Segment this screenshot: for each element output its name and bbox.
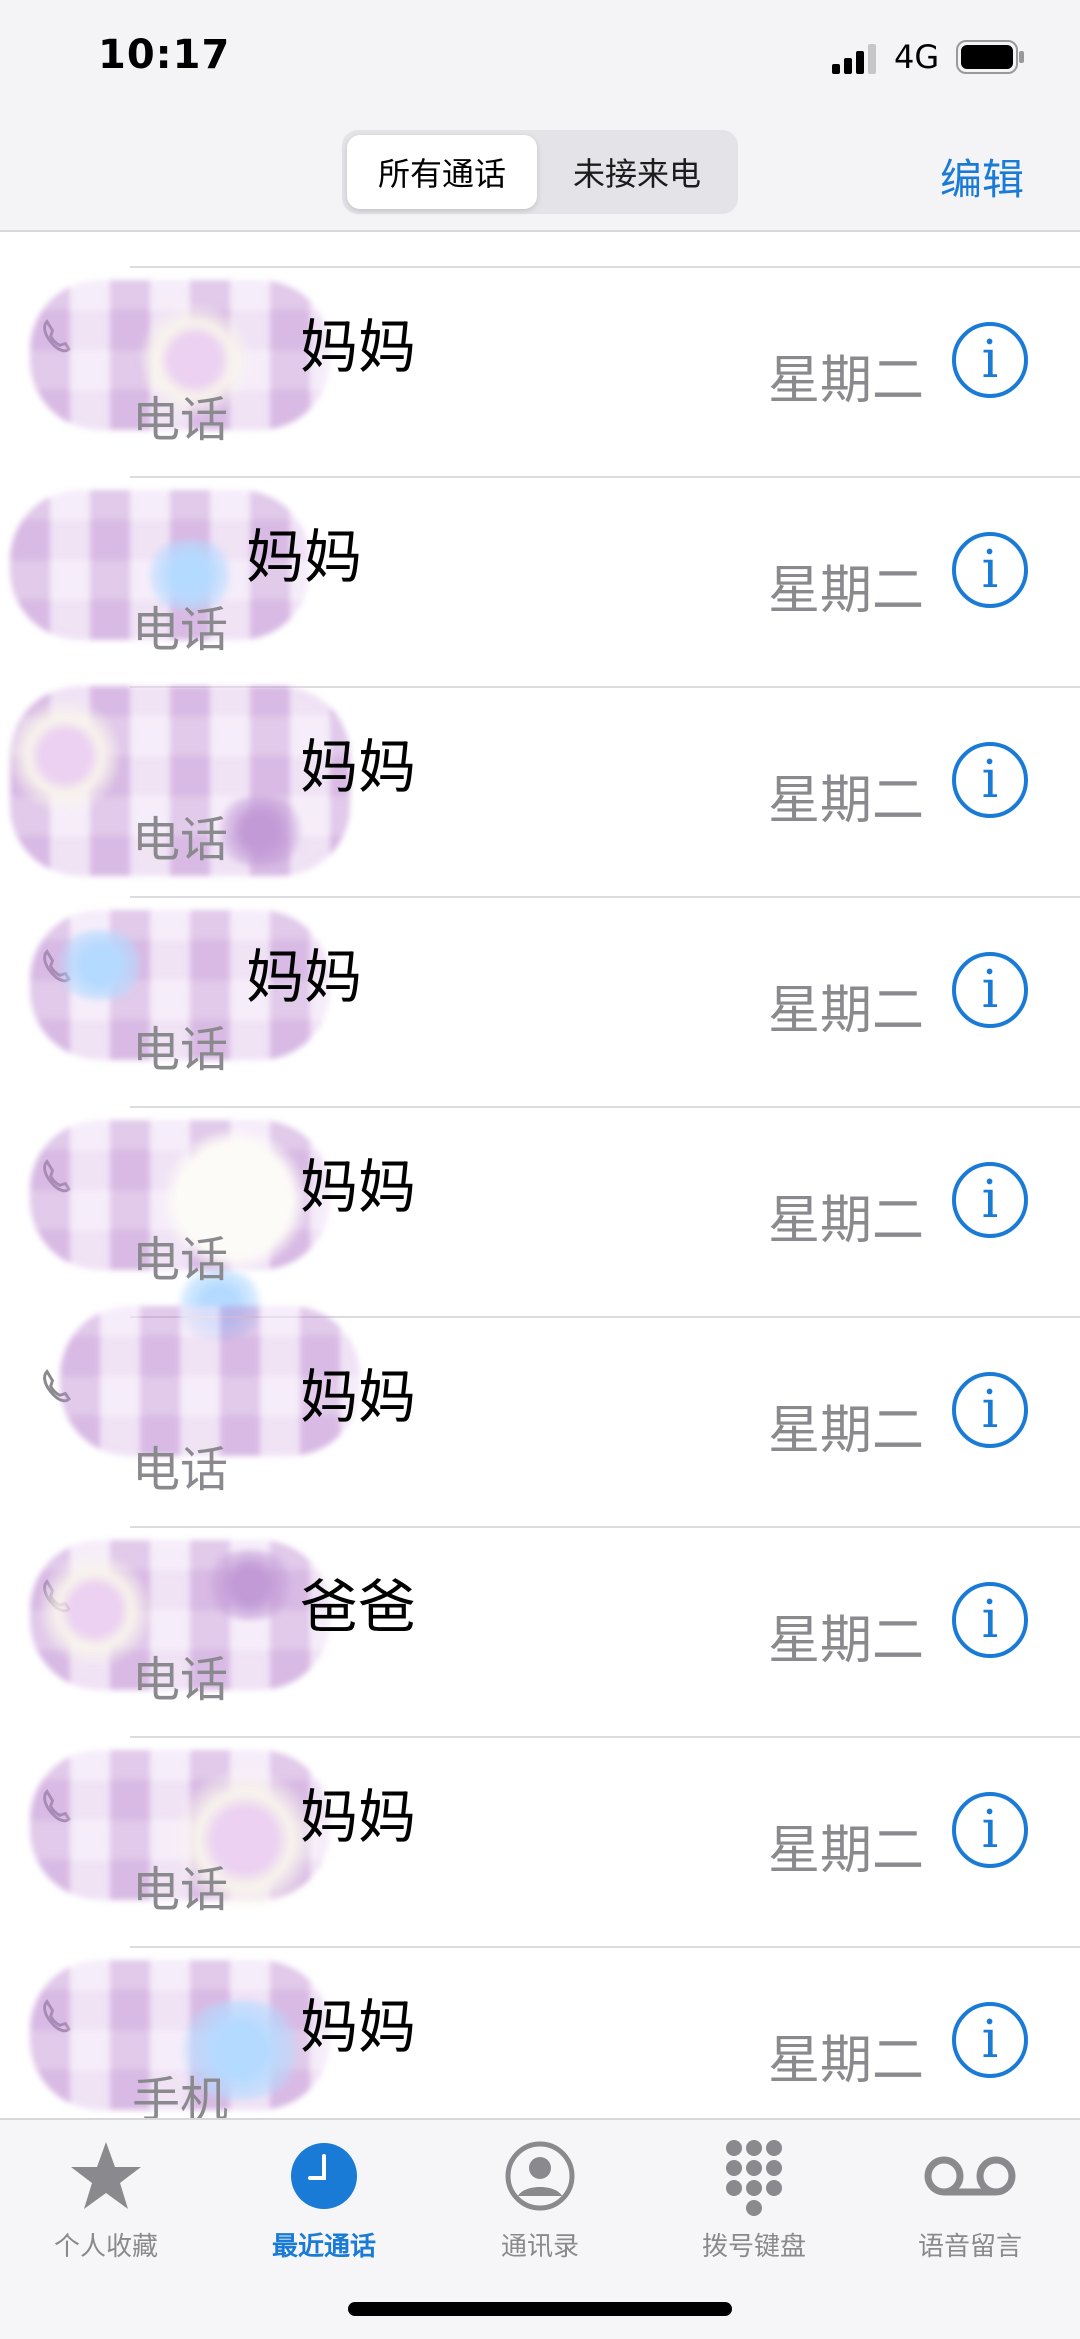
segment-all-calls[interactable]: 所有通话	[347, 135, 537, 209]
keypad-icon	[726, 2140, 782, 2216]
info-icon: i	[981, 1170, 999, 1230]
status-bar: 10:17 4G	[0, 0, 1080, 120]
tab-voicemail[interactable]: 语音留言	[880, 2136, 1060, 2263]
call-date: 星期二	[767, 2031, 924, 2091]
info-icon: i	[981, 960, 999, 1020]
call-date: 星期二	[767, 981, 924, 1041]
call-type: 电话	[132, 1442, 229, 1498]
call-row[interactable]: 妈妈 电话 星期二 i	[0, 686, 1080, 896]
info-button[interactable]: i	[952, 322, 1028, 398]
status-time: 10:17	[98, 32, 231, 78]
contact-name: 妈妈	[300, 1363, 417, 1431]
call-date: 星期二	[767, 1191, 924, 1251]
contact-name: 妈妈	[300, 1783, 417, 1851]
call-type: 电话	[132, 1232, 229, 1288]
call-row[interactable]: 爸爸 电话 星期二 i	[0, 1526, 1080, 1736]
info-button[interactable]: i	[952, 1582, 1028, 1658]
info-button[interactable]: i	[952, 952, 1028, 1028]
info-button[interactable]: i	[952, 1162, 1028, 1238]
call-row[interactable]: 妈妈 电话 星期二 i	[0, 266, 1080, 476]
contact-name: 妈妈	[246, 943, 363, 1011]
tab-recents[interactable]: 最近通话	[234, 2136, 414, 2263]
battery-icon	[956, 40, 1024, 74]
edit-button[interactable]: 编辑	[940, 146, 1024, 207]
call-type: 电话	[132, 602, 229, 658]
cellular-signal-icon	[832, 44, 876, 74]
call-date: 星期二	[767, 351, 924, 411]
info-icon: i	[981, 750, 999, 810]
person-circle-icon	[505, 2141, 575, 2211]
segmented-control: 所有通话 未接来电	[342, 130, 738, 214]
call-row[interactable]: 妈妈 电话 星期二 i	[0, 476, 1080, 686]
tab-keypad[interactable]: 拨号键盘	[664, 2136, 844, 2263]
info-icon: i	[981, 330, 999, 390]
contact-name: 妈妈	[300, 1993, 417, 2061]
info-button[interactable]: i	[952, 1792, 1028, 1868]
network-type: 4G	[894, 38, 940, 76]
contact-name: 妈妈	[300, 313, 417, 381]
tab-label: 个人收藏	[53, 2232, 158, 2262]
call-date: 星期二	[767, 1821, 924, 1881]
call-row[interactable]: 妈妈 电话 星期二 i	[0, 1106, 1080, 1340]
segment-missed-calls[interactable]: 未接来电	[542, 135, 732, 209]
info-icon: i	[981, 2010, 999, 2070]
tab-label: 语音留言	[917, 2232, 1022, 2262]
info-icon: i	[981, 540, 999, 600]
home-indicator[interactable]	[348, 2302, 732, 2316]
info-icon: i	[981, 1800, 999, 1860]
call-date: 星期二	[767, 1401, 924, 1461]
call-row[interactable]: 妈妈 电话 星期二 i	[0, 896, 1080, 1106]
tab-label: 最近通话	[271, 2232, 376, 2262]
recent-calls-list: 妈妈 电话 星期二 i 妈妈 电话 星期二 i 妈妈 电话 星期二 i 妈妈 电…	[0, 266, 1080, 2156]
call-row[interactable]: 妈妈 电话 星期二 i	[0, 1306, 1080, 1526]
call-type: 电话	[132, 1022, 229, 1078]
tab-contacts[interactable]: 通讯录	[450, 2136, 630, 2263]
star-icon	[71, 2142, 141, 2209]
info-button[interactable]: i	[952, 1372, 1028, 1448]
call-date: 星期二	[767, 771, 924, 831]
call-type: 电话	[132, 1862, 229, 1918]
info-button[interactable]: i	[952, 742, 1028, 818]
info-icon: i	[981, 1380, 999, 1440]
call-date: 星期二	[767, 1611, 924, 1671]
info-button[interactable]: i	[952, 532, 1028, 608]
voicemail-icon	[924, 2156, 1016, 2196]
call-type: 电话	[132, 812, 229, 868]
call-row[interactable]: 妈妈 电话 星期二 i	[0, 1736, 1080, 1946]
tab-label: 通讯录	[500, 2232, 579, 2262]
info-button[interactable]: i	[952, 2002, 1028, 2078]
clock-icon	[291, 2143, 357, 2209]
contact-name: 妈妈	[246, 523, 363, 591]
contact-name: 妈妈	[300, 733, 417, 801]
nav-header: 所有通话 未接来电 编辑	[0, 120, 1080, 232]
contact-name: 妈妈	[300, 1153, 417, 1221]
contact-name: 爸爸	[300, 1573, 417, 1641]
call-date: 星期二	[767, 561, 924, 621]
tab-label: 拨号键盘	[701, 2232, 806, 2262]
call-type: 电话	[132, 1652, 229, 1708]
tab-favorites[interactable]: 个人收藏	[16, 2136, 196, 2263]
call-type: 电话	[132, 392, 229, 448]
info-icon: i	[981, 1590, 999, 1650]
